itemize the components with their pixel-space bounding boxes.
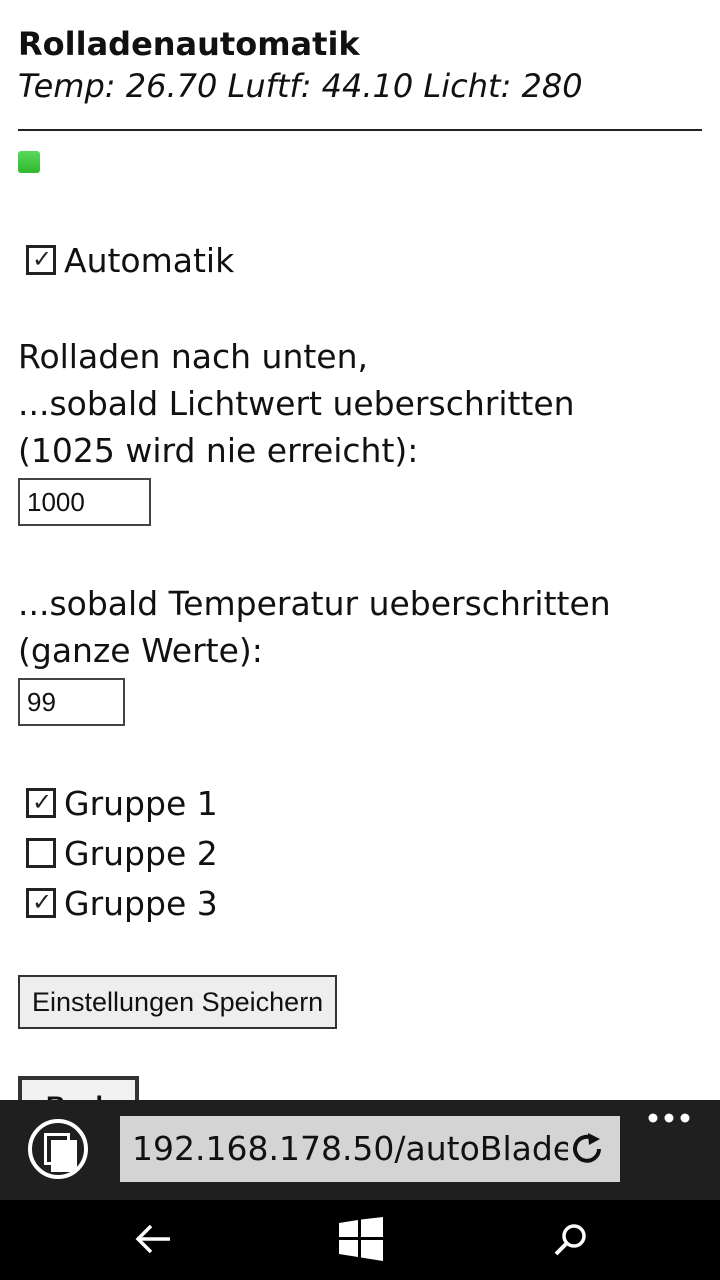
group-3-checkbox[interactable]: ✓ xyxy=(26,888,56,918)
checkmark-icon: ✓ xyxy=(32,245,53,273)
refresh-icon[interactable] xyxy=(568,1130,606,1168)
status-indicator xyxy=(18,151,40,173)
sensor-readings: Temp: 26.70 Luftf: 44.10 Licht: 280 xyxy=(18,67,583,105)
group-2-label: Gruppe 2 xyxy=(64,833,218,873)
back-arrow-icon[interactable] xyxy=(134,1223,172,1255)
system-nav-bar xyxy=(0,1200,720,1280)
temp-threshold-label: ...sobald Temperatur ueberschritten (gan… xyxy=(18,584,611,670)
automatik-checkbox-row[interactable]: ✓ Automatik xyxy=(26,235,702,285)
save-settings-button[interactable]: Einstellungen Speichern xyxy=(18,975,338,1029)
page-content: Rolladenautomatik Temp: 26.70 Luftf: 44.… xyxy=(18,24,702,1100)
address-field[interactable]: 192.168.178.50/autoBlades.htm xyxy=(120,1116,620,1182)
group-2-row[interactable]: Gruppe 2 xyxy=(26,828,702,878)
temp-threshold-input[interactable]: 99 xyxy=(18,678,125,726)
group-3-label: Gruppe 3 xyxy=(64,883,218,923)
automatik-label: Automatik xyxy=(64,240,235,280)
group-1-row[interactable]: ✓ Gruppe 1 xyxy=(26,778,702,828)
tabs-icon[interactable] xyxy=(28,1119,88,1179)
web-page: Rolladenautomatik Temp: 26.70 Luftf: 44.… xyxy=(0,0,720,1100)
checkmark-icon: ✓ xyxy=(32,788,53,816)
light-threshold-input[interactable]: 1000 xyxy=(18,478,151,526)
search-icon[interactable] xyxy=(553,1222,589,1258)
group-2-checkbox[interactable] xyxy=(26,838,56,868)
windows-icon[interactable] xyxy=(339,1217,383,1261)
more-icon[interactable] xyxy=(648,1112,690,1124)
page-title: Rolladenautomatik xyxy=(18,25,360,63)
rolladen-intro: Rolladen nach unten, xyxy=(18,337,369,376)
url-text[interactable]: 192.168.178.50/autoBlades.htm xyxy=(132,1116,568,1182)
browser-address-bar: 192.168.178.50/autoBlades.htm xyxy=(0,1100,720,1200)
group-1-checkbox[interactable]: ✓ xyxy=(26,788,56,818)
group-3-row[interactable]: ✓ Gruppe 3 xyxy=(26,878,702,928)
divider xyxy=(18,129,702,131)
group-1-label: Gruppe 1 xyxy=(64,783,218,823)
back-button[interactable]: Back xyxy=(18,1076,139,1100)
light-threshold-label: ...sobald Lichtwert ueberschritten (1025… xyxy=(18,384,575,470)
automatik-checkbox[interactable]: ✓ xyxy=(26,245,56,275)
group-list: ✓ Gruppe 1 Gruppe 2 ✓ Gruppe 3 xyxy=(18,778,702,928)
checkmark-icon: ✓ xyxy=(32,888,53,916)
